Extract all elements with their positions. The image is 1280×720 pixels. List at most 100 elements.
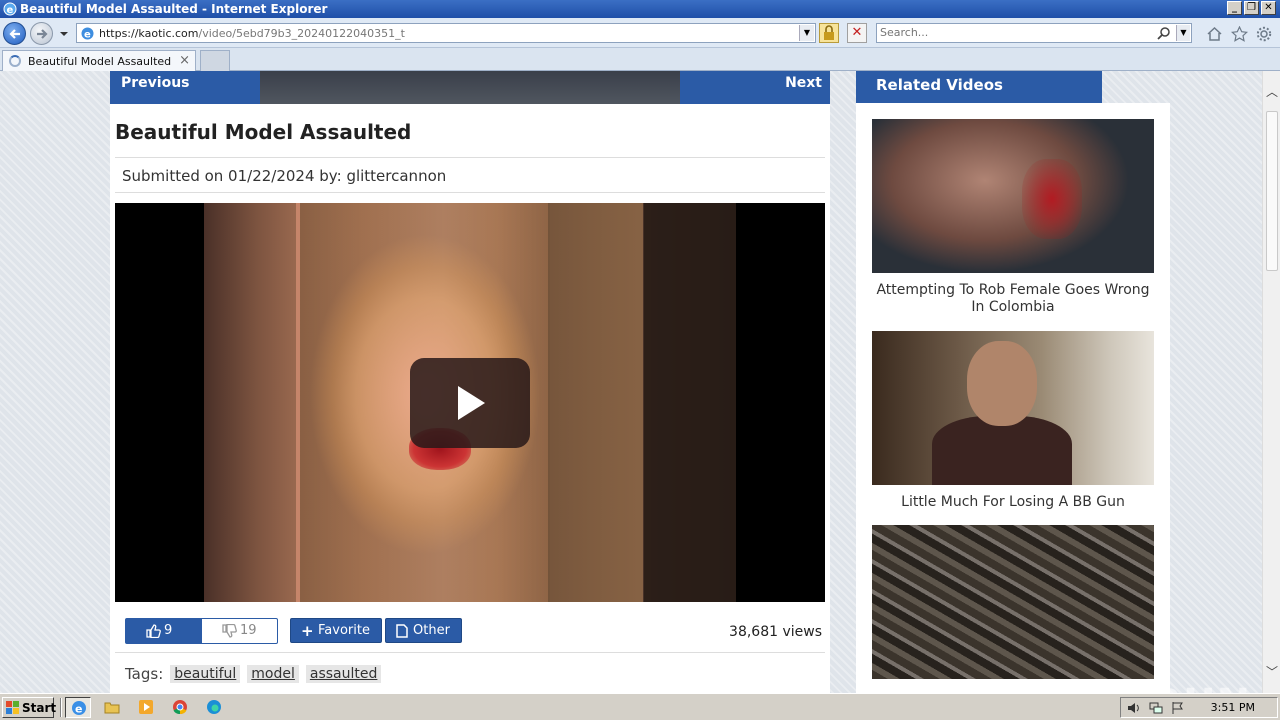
previous-button[interactable]: Previous (110, 71, 260, 104)
video-thumbnail[interactable] (872, 331, 1154, 485)
taskbar-file-explorer[interactable] (99, 697, 125, 718)
restore-button[interactable]: ❐ (1244, 1, 1259, 15)
url-text: https://kaotic.com/video/5ebd79b3_202401… (99, 27, 405, 40)
svg-text:e: e (7, 5, 14, 16)
related-video-item[interactable] (872, 525, 1154, 679)
favorites-star-icon[interactable] (1231, 26, 1248, 42)
search-dropdown-button[interactable]: ▼ (1176, 25, 1190, 41)
action-center-flag-icon[interactable] (1171, 701, 1185, 715)
view-count: 38,681 views (729, 624, 822, 640)
submitter-link[interactable]: glittercannon (346, 167, 446, 185)
tab-current[interactable]: Beautiful Model Assaulted × (2, 50, 196, 71)
favorite-button[interactable]: + Favorite (290, 618, 382, 643)
new-tab-button[interactable] (200, 50, 230, 71)
search-icon[interactable] (1157, 26, 1171, 40)
scroll-up-icon[interactable]: ︿ (1266, 83, 1278, 100)
next-button[interactable]: Next (680, 71, 830, 104)
close-window-button[interactable]: ✕ (1261, 1, 1276, 15)
taskbar-edge[interactable] (201, 697, 227, 718)
tab-bar: Beautiful Model Assaulted × (0, 48, 1280, 71)
tab-close-icon[interactable]: × (179, 53, 190, 68)
minimize-button[interactable]: _ (1227, 1, 1242, 15)
tab-label: Beautiful Model Assaulted (28, 55, 172, 68)
plus-icon: + (301, 622, 314, 640)
play-button[interactable] (410, 358, 530, 448)
vertical-scrollbar[interactable]: ︿ ﹀ (1262, 71, 1280, 693)
network-icon[interactable] (1149, 701, 1163, 715)
security-lock-button[interactable] (819, 23, 839, 43)
page-icon: e (81, 27, 94, 41)
web-page: Previous Next Beautiful Model Assaulted … (0, 71, 1262, 693)
anyrun-watermark: ANY RUN (1040, 681, 1251, 693)
document-icon (396, 624, 408, 638)
submitted-date: Submitted on 01/22/2024 by: (122, 167, 342, 185)
lock-icon (824, 25, 834, 40)
stop-button[interactable]: ✕ (847, 23, 867, 43)
volume-icon[interactable] (1127, 701, 1141, 715)
related-videos-panel: Related Videos Attempting To Rob Female … (856, 71, 1170, 693)
arrow-left-icon (9, 29, 20, 39)
svg-text:e: e (84, 30, 91, 41)
divider (115, 192, 825, 193)
media-player-icon (139, 700, 153, 714)
related-videos-heading: Related Videos (856, 71, 1102, 103)
internet-explorer-icon: e (3, 2, 17, 16)
tag-list: Tags: beautiful model assaulted (125, 665, 382, 683)
vote-group: 9 19 (125, 618, 278, 644)
other-button[interactable]: Other (385, 618, 462, 643)
back-button[interactable] (3, 22, 26, 45)
tag-link[interactable]: beautiful (170, 665, 241, 683)
like-count: 9 (164, 623, 173, 638)
tag-link[interactable]: assaulted (305, 665, 382, 683)
search-input[interactable] (880, 26, 1150, 39)
svg-text:e: e (75, 703, 82, 716)
video-title: Beautiful Model Assaulted (115, 120, 412, 144)
internet-explorer-icon: e (72, 701, 86, 716)
submission-info: Submitted on 01/22/2024 by: glittercanno… (122, 167, 446, 185)
taskbar-chrome[interactable] (167, 697, 193, 718)
related-video-caption[interactable]: Attempting To Rob Female Goes Wrong In C… (872, 282, 1154, 316)
video-thumbnail[interactable] (872, 525, 1154, 679)
video-pager: Previous Next (110, 71, 830, 104)
taskbar-media-player[interactable] (133, 697, 159, 718)
taskbar-internet-explorer[interactable]: e (65, 697, 91, 718)
taskbar: Start e 3:51 PM (0, 693, 1280, 720)
thumbs-up-icon (146, 624, 161, 638)
address-bar[interactable]: e https://kaotic.com/video/5ebd79b3_2024… (76, 23, 816, 43)
navigation-bar: e https://kaotic.com/video/5ebd79b3_2024… (0, 18, 1280, 48)
like-button[interactable]: 9 (126, 619, 202, 643)
divider (115, 652, 825, 653)
search-box[interactable]: ▼ (876, 23, 1192, 43)
window-title-bar: e Beautiful Model Assaulted - Internet E… (0, 0, 1280, 18)
scroll-down-icon[interactable]: ﹀ (1266, 663, 1278, 680)
video-panel: Previous Next Beautiful Model Assaulted … (110, 71, 830, 693)
tag-link[interactable]: model (247, 665, 299, 683)
start-button[interactable]: Start (2, 697, 56, 718)
related-video-caption[interactable]: Little Much For Losing A BB Gun (872, 494, 1154, 511)
edge-icon (207, 700, 221, 714)
window-title: Beautiful Model Assaulted - Internet Exp… (20, 2, 328, 16)
dislike-button[interactable]: 19 (202, 619, 277, 643)
loading-spinner-icon (9, 55, 21, 67)
related-video-item[interactable]: Little Much For Losing A BB Gun (872, 331, 1154, 511)
folder-icon (104, 702, 120, 714)
chrome-icon (173, 700, 187, 715)
thumbs-down-icon (222, 624, 237, 638)
system-tray: 3:51 PM (1120, 697, 1278, 718)
system-clock[interactable]: 3:51 PM (1211, 701, 1255, 714)
dislike-count: 19 (240, 623, 257, 638)
scrollbar-thumb[interactable] (1266, 111, 1278, 271)
divider (115, 157, 825, 158)
address-dropdown-button[interactable]: ▼ (799, 25, 814, 41)
video-thumbnail[interactable] (872, 119, 1154, 273)
related-video-item[interactable]: Attempting To Rob Female Goes Wrong In C… (872, 119, 1154, 316)
arrow-right-icon (37, 29, 48, 39)
forward-button[interactable] (30, 22, 53, 45)
history-dropdown-icon[interactable] (58, 28, 70, 40)
tags-label: Tags: (125, 665, 164, 683)
play-icon (458, 386, 485, 420)
home-icon[interactable] (1206, 26, 1223, 42)
settings-gear-icon[interactable] (1256, 26, 1272, 42)
video-player[interactable] (115, 203, 825, 602)
windows-logo-icon (6, 701, 19, 714)
